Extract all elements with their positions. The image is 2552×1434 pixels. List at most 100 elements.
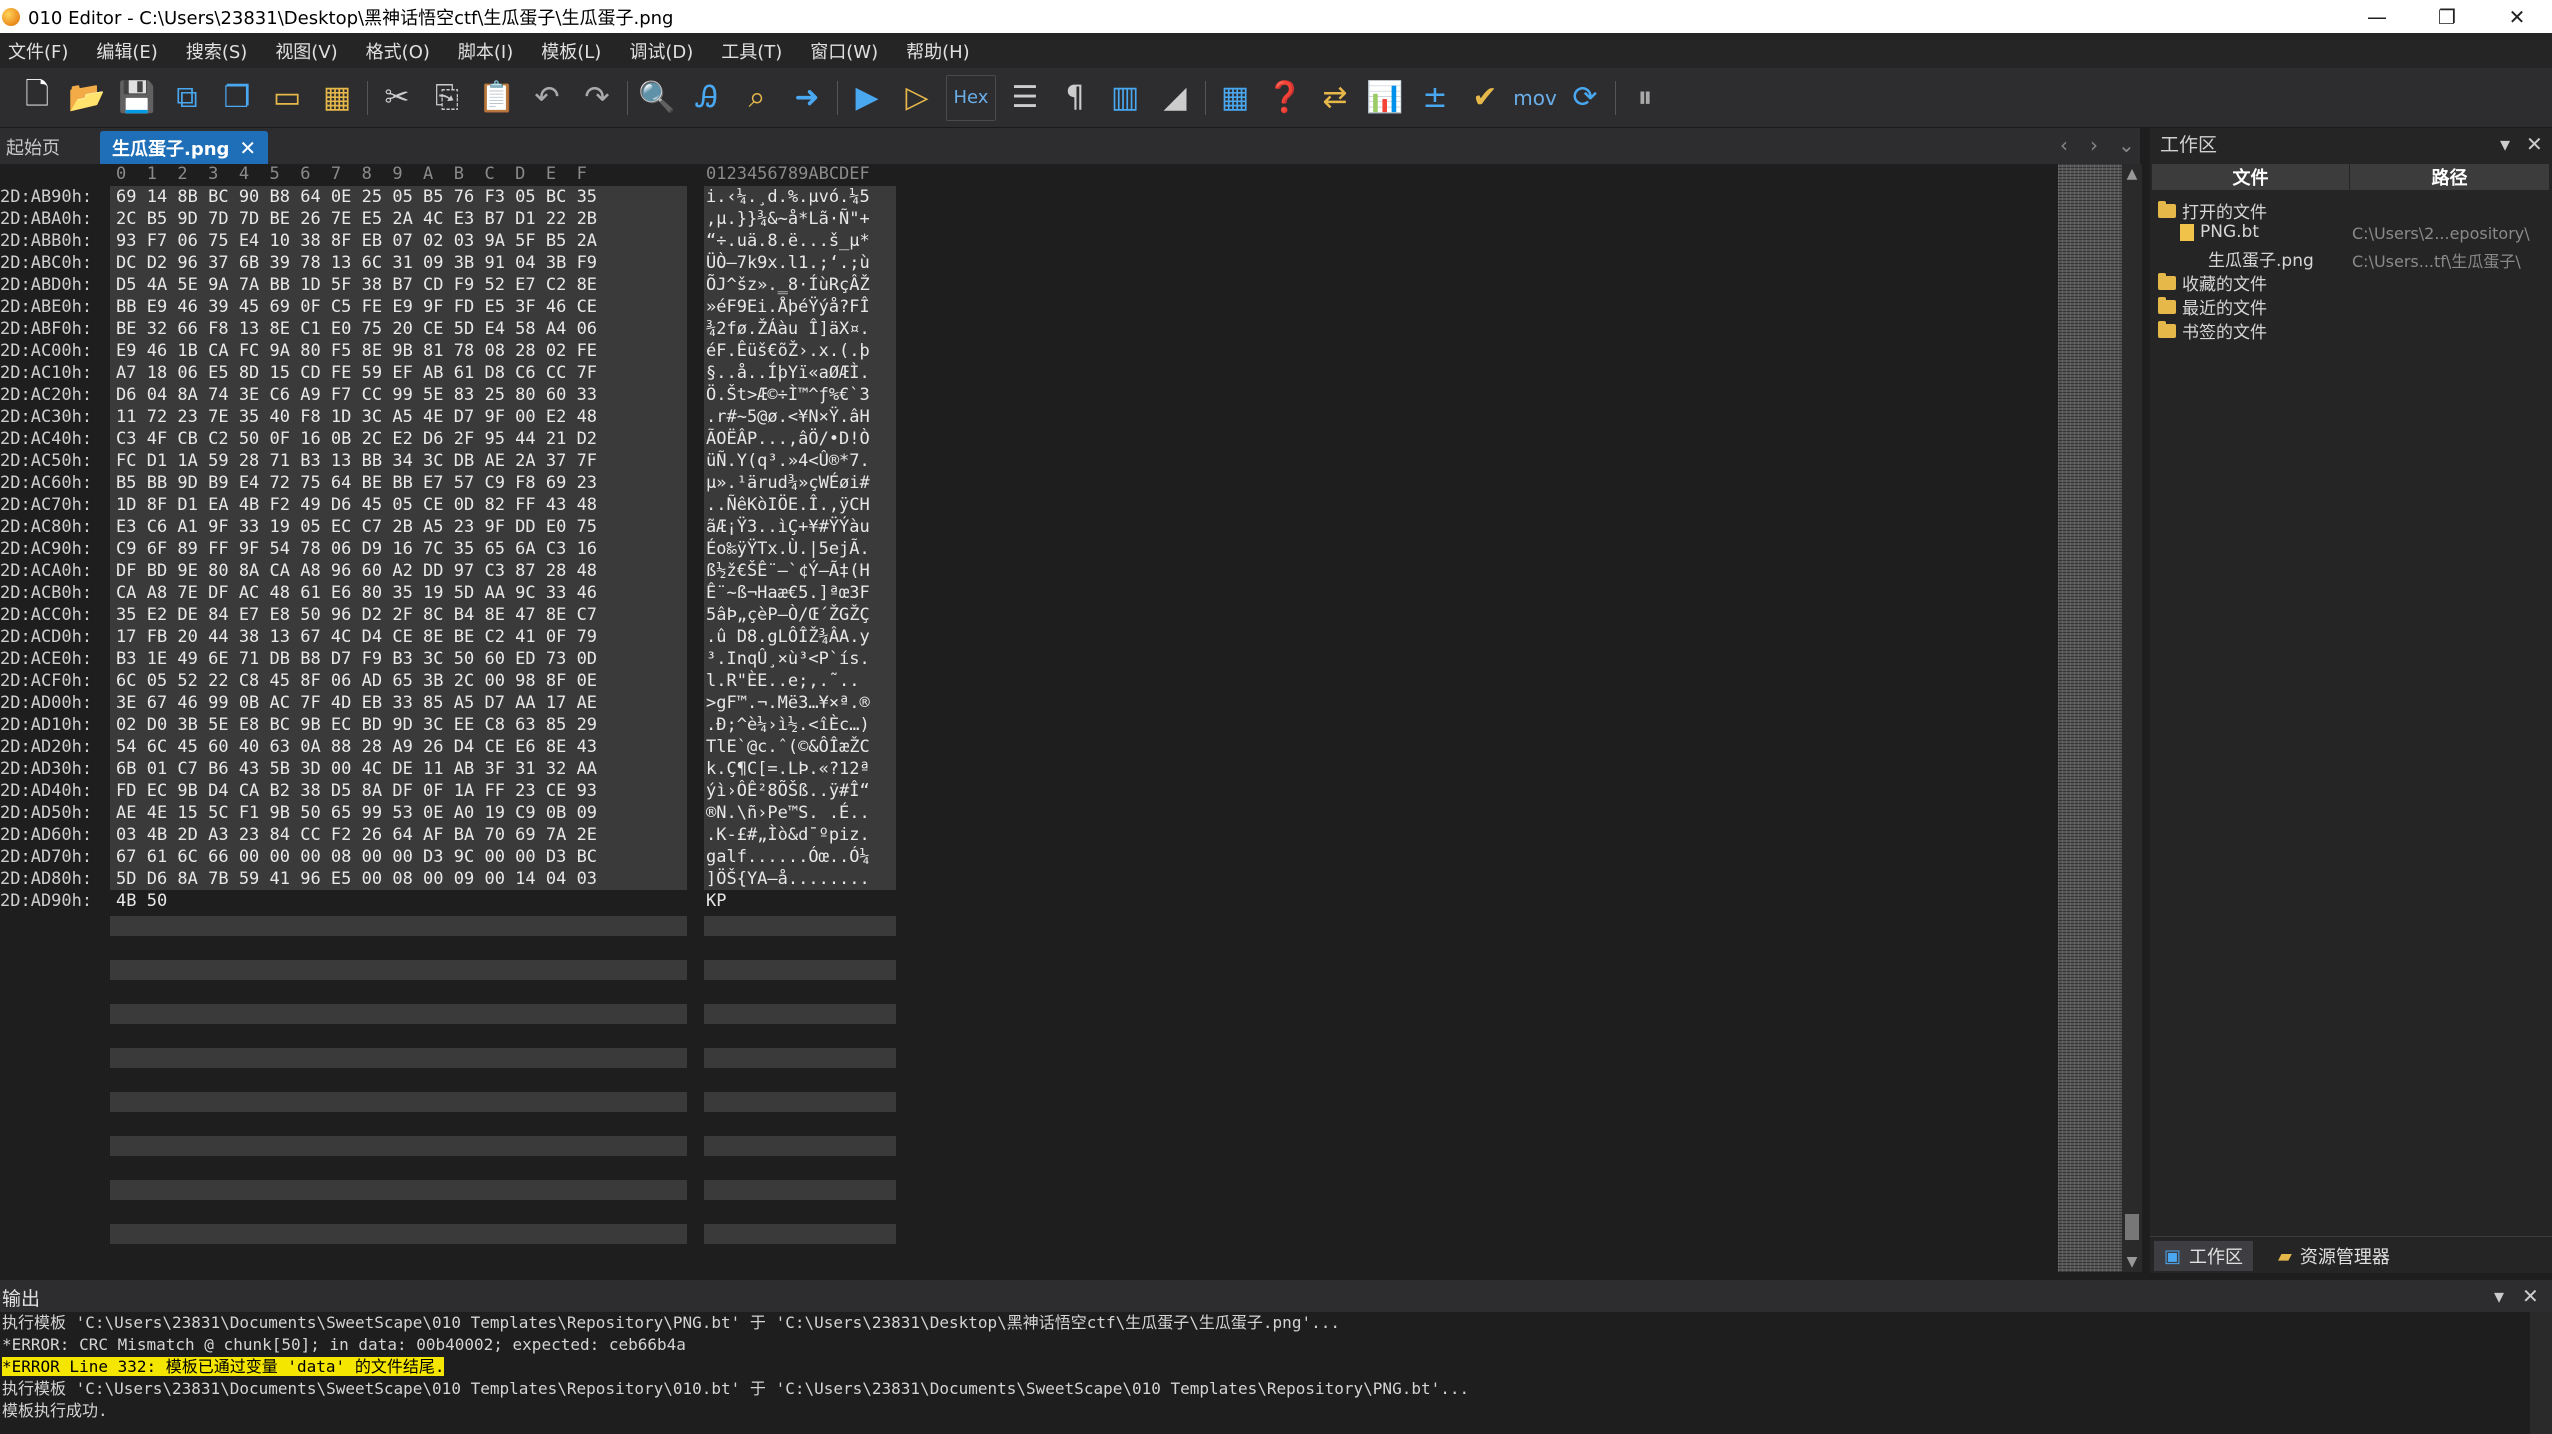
hex-row-bytes[interactable]: 5D D6 8A 7B 59 41 96 E5 00 08 00 09 00 1… — [110, 868, 687, 890]
hex-row-bytes[interactable]: 4B 50 — [110, 890, 687, 912]
hex-row-bytes[interactable]: 67 61 6C 66 00 00 00 08 00 00 D3 9C 00 0… — [110, 846, 687, 868]
hex-row-ascii[interactable]: ..ÑêKòIÖE.Î.‚ÿCH — [704, 494, 896, 516]
hex-row-ascii[interactable]: ]ÖŠ{YA–å........ — [704, 868, 896, 890]
hex-row-ascii[interactable]: .r#~5@ø.<¥N×Ÿ.âH — [704, 406, 896, 428]
hex-row-bytes[interactable]: A7 18 06 E5 8D 15 CD FE 59 EF AB 61 D8 C… — [110, 362, 687, 384]
hex-row-bytes[interactable]: 2C B5 9D 7D 7D BE 26 7E E5 2A 4C E3 B7 D… — [110, 208, 687, 230]
tab-active-file[interactable]: 生瓜蛋子.png ✕ — [100, 131, 269, 164]
menu-window[interactable]: 窗口(W) — [800, 38, 896, 64]
hex-vertical-scrollbar[interactable]: ▲ ▼ — [2122, 164, 2142, 1272]
hex-row-bytes[interactable]: CA A8 7E DF AC 48 61 E6 80 35 19 5D AA 9… — [110, 582, 687, 604]
tree-bookmarked[interactable]: 书签的文件 — [2158, 318, 2267, 343]
tab-workspace[interactable]: ▣ 工作区 — [2154, 1241, 2254, 1271]
calculator-icon[interactable]: ▦ — [1210, 73, 1260, 123]
cut-icon[interactable]: ✂ — [372, 73, 422, 123]
hex-row-bytes[interactable]: 03 4B 2D A3 23 84 CC F2 26 64 AF BA 70 6… — [110, 824, 687, 846]
output-menu-icon[interactable]: ▾ — [2494, 1284, 2504, 1308]
close-tab-icon[interactable]: ✕ — [239, 136, 256, 160]
tab-explorer[interactable]: ▰ 资源管理器 — [2268, 1241, 2400, 1271]
hex-row-bytes[interactable]: B5 BB 9D B9 E4 72 75 64 BE BB E7 57 C9 F… — [110, 472, 687, 494]
output-close-icon[interactable]: ✕ — [2522, 1284, 2539, 1308]
hex-row-ascii[interactable]: ß½ž€ŠÊ¨–`¢Ý—Ã‡(H — [704, 560, 896, 582]
menu-tools[interactable]: 工具(T) — [711, 38, 800, 64]
restore-button[interactable]: ❐ — [2412, 0, 2482, 33]
hex-row-bytes[interactable]: C9 6F 89 FF 9F 54 78 06 D9 16 7C 35 65 6… — [110, 538, 687, 560]
hex-row-ascii[interactable]: ¾2fø.ŽÁàu Î]äX¤. — [704, 318, 896, 340]
hex-row-ascii[interactable]: >gF™.¬.Më3…¥×ª.® — [704, 692, 896, 714]
close-window-button[interactable]: ✕ — [2482, 0, 2552, 33]
hex-row-ascii[interactable]: éF.Êüš€õŽ›.x.(.þ — [704, 340, 896, 362]
menu-debug[interactable]: 调试(D) — [619, 38, 711, 64]
hex-row-ascii[interactable]: Éo‰ÿŸTx.Ù.|5ejÃ. — [704, 538, 896, 560]
hex-row-bytes[interactable]: D6 04 8A 74 3E C6 A9 F7 CC 99 5E 83 25 8… — [110, 384, 687, 406]
hex-row-bytes[interactable]: B3 1E 49 6E 71 DB B8 D7 F9 B3 3C 50 60 E… — [110, 648, 687, 670]
hex-row-ascii[interactable]: galf......Óœ..Ó¼ — [704, 846, 896, 868]
hex-row-bytes[interactable]: BE 32 66 F8 13 8E C1 E0 75 20 CE 5D E4 5… — [110, 318, 687, 340]
edit-as-icon[interactable]: ☰ — [1000, 73, 1050, 123]
tree-open-files[interactable]: 打开的文件 — [2158, 198, 2267, 223]
hex-row-bytes[interactable]: E3 C6 A1 9F 33 19 05 EC C7 2B A5 23 9F D… — [110, 516, 687, 538]
hex-editor[interactable]: 0 1 2 3 4 5 6 7 8 9 A B C D E F 01234567… — [0, 164, 2058, 1272]
base-convert-icon[interactable]: ⟳ — [1560, 73, 1610, 123]
hex-row-bytes[interactable]: 02 D0 3B 5E E8 BC 9B EC BD 9D 3C EE C8 6… — [110, 714, 687, 736]
menu-file[interactable]: 文件(F) — [0, 38, 86, 64]
hex-row-bytes[interactable]: FC D1 1A 59 28 71 B3 13 BB 34 3C DB AE 2… — [110, 450, 687, 472]
hex-row-ascii[interactable]: üÑ.Y(q³.»4<Û®*7. — [704, 450, 896, 472]
ascii-column[interactable]: i.‹¼.¸d.%.µvó.¼5 ,µ.}}¾&~å*Lã·Ñ"+ “÷.uä.8.… — [704, 186, 896, 912]
histogram-icon[interactable]: 📊 — [1360, 73, 1410, 123]
paste-icon[interactable]: 📋 — [472, 73, 522, 123]
tree-file-png[interactable]: 生瓜蛋子.png — [2208, 246, 2314, 271]
hex-row-ascii[interactable]: 5âÞ„çèP–Ò/Œ´ŽGŽÇ — [704, 604, 896, 626]
mov-button[interactable]: mov — [1510, 73, 1560, 123]
panel-menu-icon[interactable]: ▾ — [2500, 132, 2510, 156]
hex-row-bytes[interactable]: C3 4F CB C2 50 0F 16 0B 2C E2 D6 2F 95 4… — [110, 428, 687, 450]
hex-row-ascii[interactable]: »éF9Ei.ÅþéŸýå?FÎ — [704, 296, 896, 318]
menu-edit[interactable]: 编辑(E) — [86, 38, 175, 64]
run-template-icon[interactable]: ▷ — [892, 73, 942, 123]
hex-row-ascii[interactable]: ³.InqÛ¸×ù³<P`ís. — [704, 648, 896, 670]
hex-row-ascii[interactable]: §..å..ÍþYï«aØÆÌ. — [704, 362, 896, 384]
inspector-icon[interactable]: ❓ — [1260, 73, 1310, 123]
hex-row-ascii[interactable]: ãÆ¡Ÿ3..ìÇ+¥#ŸÝàu — [704, 516, 896, 538]
find-icon[interactable]: 🔍 — [632, 73, 682, 123]
verify-icon[interactable]: ✔ — [1460, 73, 1510, 123]
scroll-thumb[interactable] — [2125, 1214, 2139, 1240]
menu-format[interactable]: 格式(O) — [356, 38, 448, 64]
hex-row-bytes[interactable]: DC D2 96 37 6B 39 78 13 6C 31 09 3B 91 0… — [110, 252, 687, 274]
hex-row-bytes[interactable]: FD EC 9B D4 CA B2 38 D5 8A DF 0F 1A FF 2… — [110, 780, 687, 802]
hex-row-ascii[interactable]: ,µ.}}¾&~å*Lã·Ñ"+ — [704, 208, 896, 230]
file-minimap[interactable] — [2058, 164, 2122, 1272]
pilcrow-icon[interactable]: ¶ — [1050, 73, 1100, 123]
copy-icon[interactable]: ⎘ — [422, 73, 472, 123]
hex-row-bytes[interactable]: 6C 05 52 22 C8 45 8F 06 AD 65 3B 2C 00 9… — [110, 670, 687, 692]
hex-row-bytes[interactable]: 54 6C 45 60 40 63 0A 88 28 A9 26 D4 CE E… — [110, 736, 687, 758]
menu-search[interactable]: 搜索(S) — [176, 38, 265, 64]
tab-home[interactable]: 起始页 — [6, 134, 60, 160]
columns-icon[interactable]: ▥ — [1100, 73, 1150, 123]
output-log[interactable]: 执行模板 'C:\Users\23831\Documents\SweetScap… — [0, 1312, 2530, 1434]
panel-close-icon[interactable]: ✕ — [2526, 132, 2543, 156]
tab-next-icon[interactable]: › — [2090, 133, 2098, 157]
compare-icon[interactable]: ⇄ — [1310, 73, 1360, 123]
run-script-icon[interactable]: ▶ — [842, 73, 892, 123]
tree-recent[interactable]: 最近的文件 — [2158, 294, 2267, 319]
save-as-icon[interactable]: ⧉ — [162, 73, 212, 123]
hex-row-ascii[interactable]: .K-£#„Ìò&d¯ºpiz. — [704, 824, 896, 846]
replace-icon[interactable]: Ꭿ — [682, 73, 732, 123]
pause-icon[interactable]: ⏸ — [1620, 73, 1670, 123]
scroll-up-icon[interactable]: ▲ — [2122, 166, 2142, 182]
minimize-button[interactable]: — — [2342, 0, 2412, 33]
checksum-icon[interactable]: ± — [1410, 73, 1460, 123]
hex-row-bytes[interactable]: E9 46 1B CA FC 9A 80 F5 8E 9B 81 78 08 2… — [110, 340, 687, 362]
hex-row-ascii[interactable]: Ê¨~ß¬Haæ€5.]ªœ3F — [704, 582, 896, 604]
hex-row-ascii[interactable]: .û D8.gLÔÎŽ¾ÂA.y — [704, 626, 896, 648]
hex-row-ascii[interactable]: ýì›ÔÊ²8ÕŠß..ÿ#Î“ — [704, 780, 896, 802]
save-all-icon[interactable]: ❐ — [212, 73, 262, 123]
workspace-icon[interactable]: ▦ — [312, 73, 362, 123]
tree-file-pngbt[interactable]: PNG.bt — [2180, 222, 2259, 242]
hex-row-ascii[interactable]: “÷.uä.8.ë...š_µ* — [704, 230, 896, 252]
hex-row-bytes[interactable]: 17 FB 20 44 38 13 67 4C D4 CE 8E BE C2 4… — [110, 626, 687, 648]
hex-row-ascii[interactable]: ÜÒ–7k9x.l1.;‘.;ù — [704, 252, 896, 274]
save-icon[interactable]: 💾 — [112, 73, 162, 123]
column-file[interactable]: 文件 — [2152, 164, 2350, 190]
